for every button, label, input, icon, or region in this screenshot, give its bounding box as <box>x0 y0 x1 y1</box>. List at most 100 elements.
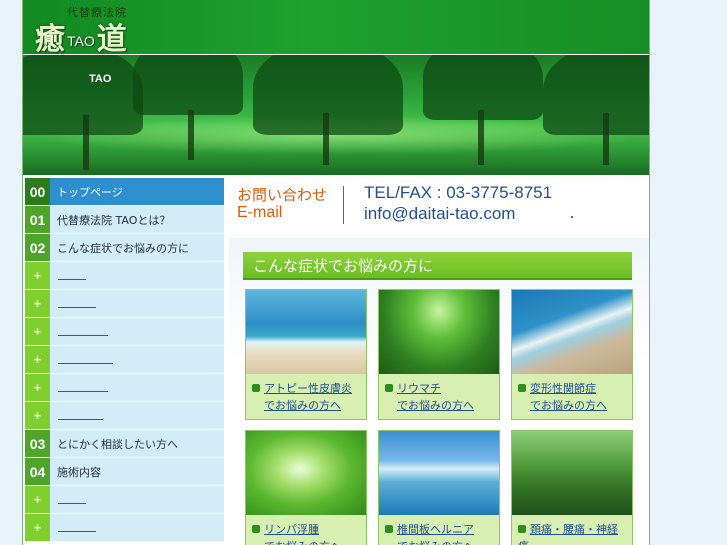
nav-subitem-link[interactable] <box>58 279 86 280</box>
symptom-card[interactable]: 頚痛・腰痛・神経痛でお悩みの方へ <box>511 430 633 545</box>
card-image[interactable] <box>512 290 632 374</box>
card-image[interactable] <box>379 431 499 515</box>
card-title: リンパ浮腫 <box>264 523 319 536</box>
nav-number-badge: 04 <box>25 458 50 485</box>
phone-number: TEL/FAX : 03-3775-8751 <box>364 183 553 202</box>
nav-item[interactable]: 02 こんな症状でお悩みの方に <box>25 234 224 262</box>
logo-title: 癒 TAO道 <box>35 14 127 58</box>
card-subtitle: でお悩みの方へ <box>530 399 607 412</box>
symptom-card[interactable]: リンパ浮腫でお悩みの方へ <box>245 430 367 545</box>
contact-box: お問い合わせ E-mail TEL/FAX : 03-3775-8751 inf… <box>229 180 649 230</box>
card-image[interactable] <box>379 290 499 374</box>
logo-char-left: 癒 <box>35 22 65 57</box>
nav-subitem-link[interactable] <box>58 391 108 392</box>
plus-icon: + <box>25 262 50 289</box>
card-subtitle: でお悩みの方へ <box>397 399 474 412</box>
nav-item[interactable]: 04 施術内容 <box>25 458 224 486</box>
card-image[interactable] <box>246 431 366 515</box>
nav-subitem[interactable]: + <box>25 318 224 346</box>
nav-number-badge: 02 <box>25 234 50 261</box>
plus-icon: + <box>25 402 50 429</box>
nav-item-label: 代替療法院 TAOとは？ <box>57 213 171 227</box>
plus-icon: + <box>25 374 50 401</box>
nav-subitem[interactable]: + <box>25 290 224 318</box>
plus-icon: + <box>25 290 50 317</box>
nav-item[interactable]: 01 代替療法院 TAOとは？ <box>25 206 224 234</box>
nav-item-label: こんな症状でお悩みの方に <box>57 241 189 255</box>
card-link[interactable]: 椎間板ヘルニアでお悩みの方へ <box>385 521 495 545</box>
nav-subitem[interactable]: + <box>25 262 224 290</box>
nav-subitem-link[interactable] <box>58 335 108 336</box>
card-link[interactable]: 変形性関節症 でお悩みの方へ <box>518 380 628 414</box>
nav-subitem[interactable]: + <box>25 374 224 402</box>
bullet-icon <box>518 384 526 392</box>
nav-item-label: トップページ <box>57 185 123 199</box>
banner-tree-shape <box>543 55 649 135</box>
symptom-card[interactable]: アトピー性皮膚炎 でお悩みの方へ <box>245 289 367 420</box>
banner-trunk <box>83 115 89 170</box>
card-image[interactable] <box>246 290 366 374</box>
nav-subitem[interactable]: + <box>25 402 224 430</box>
bullet-icon <box>252 384 260 392</box>
site-header: 代替療法院 癒 TAO道 <box>23 0 649 57</box>
email-address[interactable]: info@daitai-tao.com <box>364 204 515 224</box>
card-subtitle: でお悩みの方へ <box>385 538 495 545</box>
symptom-card[interactable]: リウマチでお悩みの方へ <box>378 289 500 420</box>
nav-subitem-link[interactable] <box>58 531 96 532</box>
plus-icon: + <box>25 514 50 541</box>
page: 代替療法院 癒 TAO道 TAO 00 トップページ 01 代替療法院 TAOとは？ 02… <box>22 0 650 545</box>
plus-icon: + <box>25 486 50 513</box>
banner-trunk <box>603 113 609 165</box>
bullet-icon <box>385 525 393 533</box>
card-link[interactable]: リウマチでお悩みの方へ <box>385 380 495 414</box>
card-title: 椎間板ヘルニア <box>397 523 474 536</box>
symptoms-section: こんな症状でお悩みの方に アトピー性皮膚炎 でお悩みの方へ リウマチ でお悩みの方へ変… <box>229 238 649 545</box>
card-subtitle: でお悩みの方へ <box>252 538 362 545</box>
nav-number-badge: 03 <box>25 430 50 457</box>
forest-banner: TAO <box>23 55 649 175</box>
nav-number-badge: 00 <box>25 178 50 205</box>
card-link[interactable]: 頚痛・腰痛・神経痛でお悩みの方へ <box>518 521 628 545</box>
card-title: 変形性関節症 <box>530 382 596 395</box>
side-navigation: 00 トップページ 01 代替療法院 TAOとは？ 02 こんな症状でお悩みの方に + + + +… <box>25 178 224 542</box>
card-title: アトピー性皮膚炎 <box>264 382 352 395</box>
nav-item[interactable]: 00 トップページ <box>25 178 224 206</box>
nav-subitem[interactable]: + <box>25 486 224 514</box>
card-subtitle: でお悩みの方へ <box>264 399 341 412</box>
card-title: リウマチ <box>397 382 441 395</box>
logo-char-right: 道 <box>96 22 127 57</box>
card-image[interactable] <box>512 431 632 515</box>
plus-icon: + <box>25 318 50 345</box>
symptom-card[interactable]: 変形性関節症 でお悩みの方へ <box>511 289 633 420</box>
bullet-icon <box>252 525 260 533</box>
nav-subitem[interactable]: + <box>25 346 224 374</box>
contact-dot <box>571 216 573 218</box>
banner-trunk <box>323 113 329 165</box>
nav-subitem-link[interactable] <box>58 363 113 364</box>
banner-trunk <box>478 110 484 165</box>
nav-item-label: 施術内容 <box>57 465 101 479</box>
banner-tree-shape <box>133 55 243 115</box>
nav-number-badge: 01 <box>25 206 50 233</box>
contact-label: お問い合わせ <box>237 186 328 204</box>
card-link[interactable]: アトピー性皮膚炎 でお悩みの方へ <box>252 380 362 414</box>
nav-subitem-link[interactable] <box>58 419 103 420</box>
bullet-icon <box>518 525 526 533</box>
symptom-card[interactable]: 椎間板ヘルニアでお悩みの方へ <box>378 430 500 545</box>
nav-subitem-link[interactable] <box>58 307 96 308</box>
nav-subitem-link[interactable] <box>58 503 86 504</box>
nav-item[interactable]: 03 とにかく相談したい方へ <box>25 430 224 458</box>
email-label: E-mail <box>237 204 283 221</box>
nav-item-label: とにかく相談したい方へ <box>57 437 178 451</box>
logo-tao: TAO <box>67 33 95 49</box>
banner-trunk <box>188 110 194 160</box>
bullet-icon <box>385 384 393 392</box>
card-title: 頚痛・腰痛・神経痛 <box>518 523 618 545</box>
site-logo[interactable]: 代替療法院 癒 TAO道 <box>35 2 175 57</box>
nav-subitem[interactable]: + <box>25 514 224 542</box>
card-link[interactable]: リンパ浮腫でお悩みの方へ <box>252 521 362 545</box>
section-title: こんな症状でお悩みの方に <box>243 252 632 280</box>
plus-icon: + <box>25 346 50 373</box>
contact-divider <box>343 186 344 224</box>
banner-label: TAO <box>89 73 112 85</box>
